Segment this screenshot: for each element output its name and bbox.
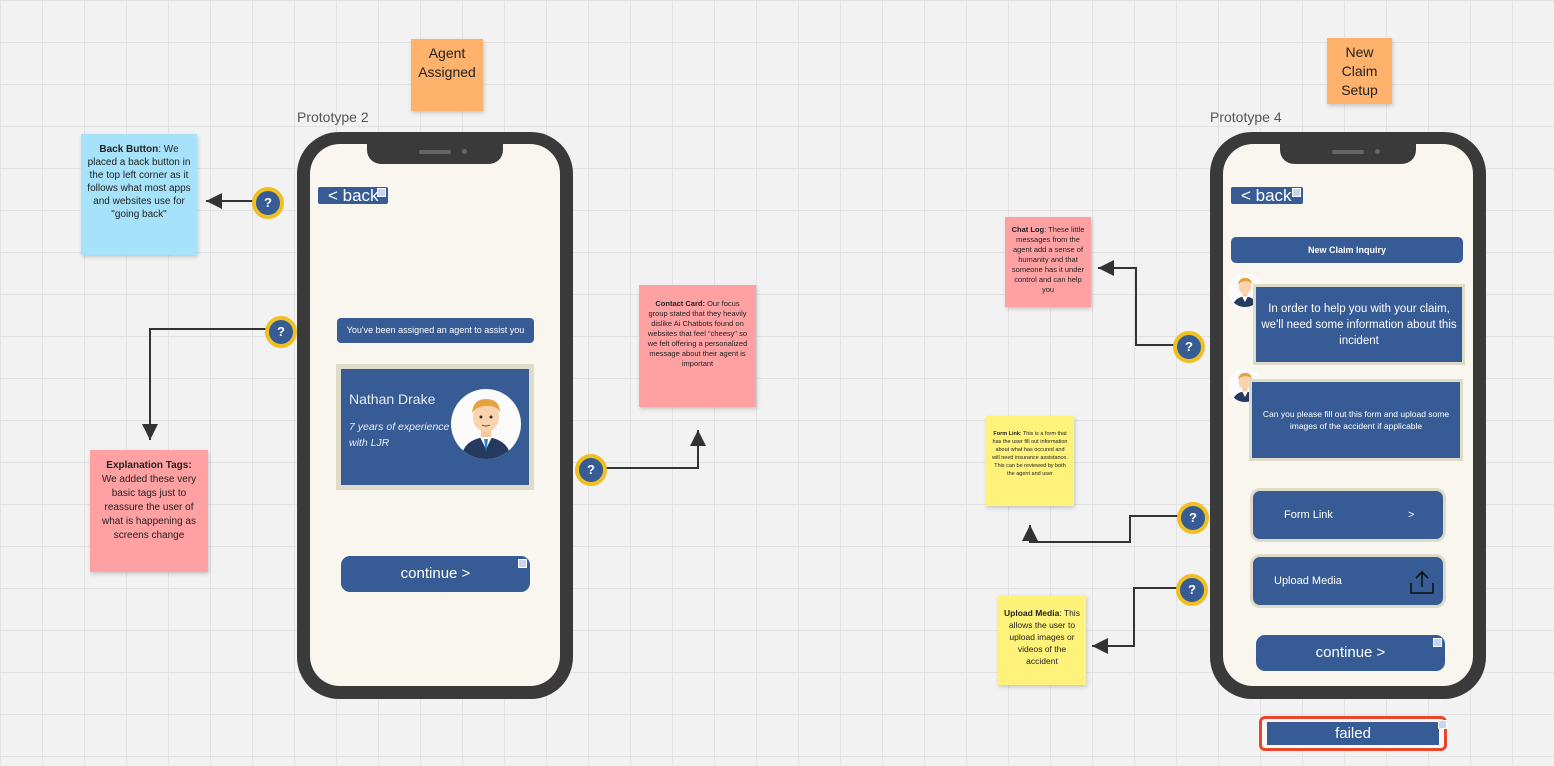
sticky-upload-media[interactable]: Upload Media: This allows the user to up…: [998, 595, 1086, 685]
back-button[interactable]: < back: [1231, 187, 1303, 205]
failed-label-frame: failed: [1259, 716, 1447, 751]
question-mark-icon[interactable]: ?: [252, 187, 284, 219]
question-mark-icon[interactable]: ?: [1176, 574, 1208, 606]
agent-avatar: [451, 389, 521, 459]
phone-notch: [1280, 142, 1416, 164]
sticky-explanation-tags[interactable]: Explanation Tags: We added these very ba…: [90, 450, 208, 572]
prototype-2-label: Prototype 2: [297, 109, 369, 125]
arrow-form-link: [1022, 515, 1180, 543]
sticky-agent-assigned[interactable]: Agent Assigned: [411, 39, 483, 111]
upload-icon: [1410, 570, 1434, 594]
expand-icon: [377, 188, 386, 197]
phone-notch: [367, 142, 503, 164]
agent-assigned-tag: You've been assigned an agent to assist …: [337, 318, 534, 343]
question-mark-icon[interactable]: ?: [1173, 331, 1205, 363]
sticky-contact-card[interactable]: Contact Card: Our focus group stated tha…: [639, 285, 756, 407]
chat-message: Can you please fill out this form and up…: [1249, 379, 1463, 461]
expand-icon: [1433, 638, 1442, 647]
prototype-4-label: Prototype 4: [1210, 109, 1282, 125]
failed-label: failed: [1267, 720, 1447, 745]
agent-experience: 7 years of experience with LJR: [349, 421, 450, 449]
agent-name: Nathan Drake: [349, 391, 436, 407]
new-claim-inquiry-header: New Claim Inquiry: [1231, 237, 1463, 263]
expand-icon: [1292, 188, 1301, 197]
arrow-upload-media: [1092, 587, 1180, 654]
continue-button[interactable]: continue >: [341, 556, 530, 592]
sticky-back-button[interactable]: Back Button: We placed a back button in …: [81, 134, 197, 255]
back-button[interactable]: < back: [318, 187, 388, 205]
form-link-button[interactable]: Form Link >: [1250, 488, 1446, 542]
question-mark-icon[interactable]: ?: [265, 316, 297, 348]
continue-button[interactable]: continue >: [1256, 635, 1445, 671]
question-mark-icon[interactable]: ?: [1177, 502, 1209, 534]
arrow-explanation-tags: [142, 328, 268, 440]
chat-message: In order to help you with your claim, we…: [1253, 284, 1465, 365]
chevron-right-icon: >: [1408, 509, 1415, 521]
expand-icon: [518, 559, 527, 568]
contact-card[interactable]: Nathan Drake 7 years of experience with …: [336, 364, 534, 490]
contact-card-inner: Nathan Drake 7 years of experience with …: [341, 369, 529, 485]
sticky-new-claim-setup[interactable]: New Claim Setup: [1327, 38, 1392, 104]
arrow-chat-log: [1098, 260, 1176, 346]
question-mark-icon[interactable]: ?: [575, 454, 607, 486]
expand-icon: [1438, 720, 1447, 729]
arrow-contact-card: [602, 430, 706, 469]
upload-media-button[interactable]: Upload Media: [1250, 554, 1446, 608]
sticky-form-link[interactable]: Form Link: This is a form that has the u…: [986, 416, 1074, 506]
sticky-chat-log[interactable]: Chat Log: These little messages from the…: [1005, 217, 1091, 307]
